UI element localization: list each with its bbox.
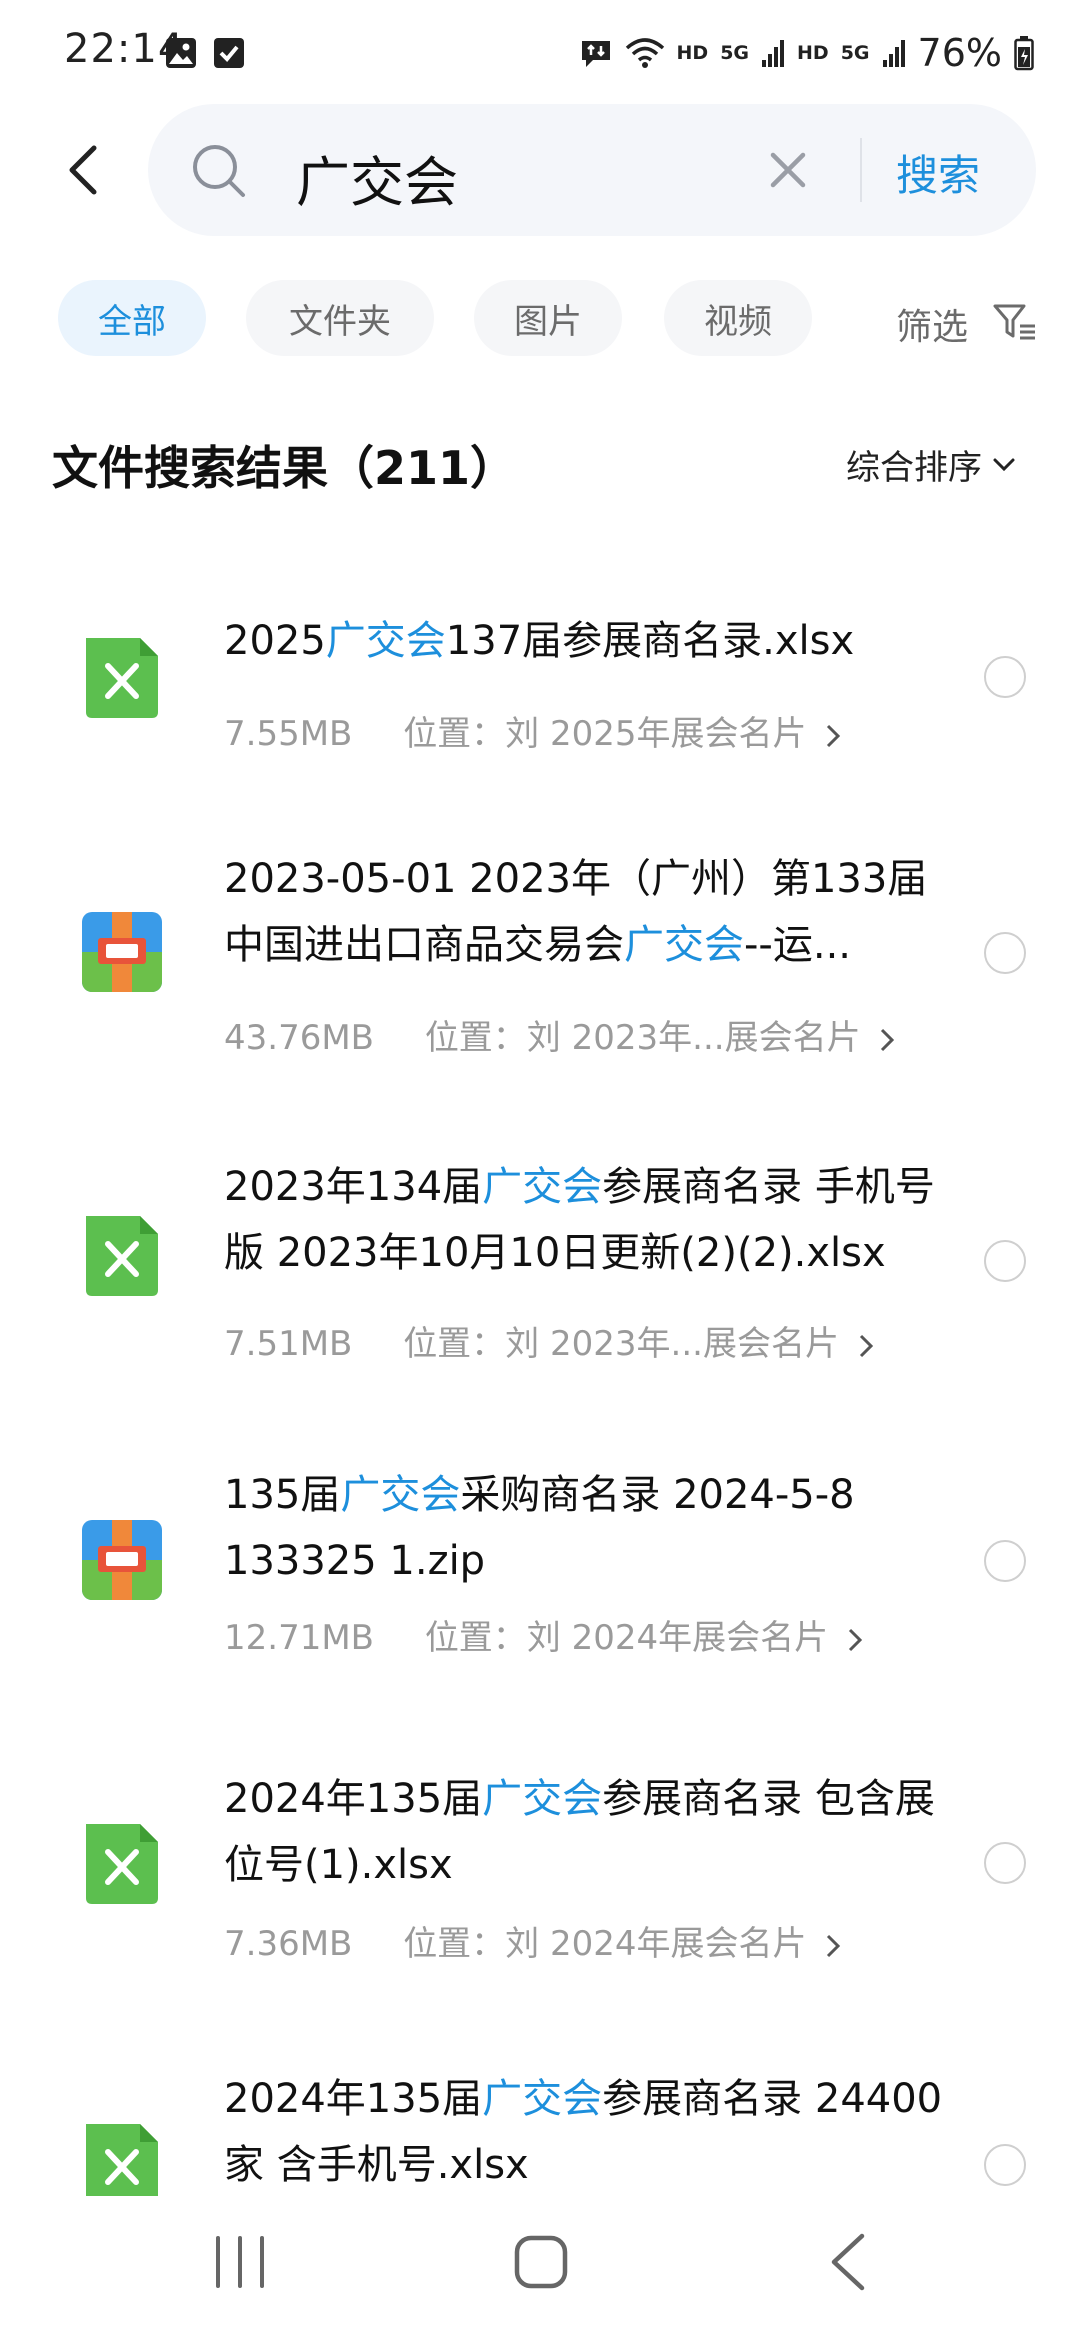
chevron-left-icon [69,145,97,195]
file-name: 2024年135届广交会参展商名录 包含展位号(1).xlsx [224,1776,935,1888]
home-button[interactable] [512,2232,570,2292]
search-box[interactable]: 广交会 搜索 [148,104,1036,236]
search-divider [860,138,862,202]
excel-file-icon [86,2124,158,2196]
chevron-right-icon [859,1334,873,1357]
tab-videos[interactable]: 视频 [664,280,812,356]
tab-folders[interactable]: 文件夹 [246,280,434,356]
select-checkbox[interactable] [984,1240,1026,1282]
back-button[interactable] [52,140,112,200]
back-nav-button[interactable] [826,2232,870,2292]
battery-level: 76% [917,31,1002,75]
gallery-icon [166,38,196,68]
excel-file-icon [86,638,158,718]
status-bar: 22:14 HD 5G HD 5G 76% [0,0,1080,110]
select-checkbox[interactable] [984,1540,1026,1582]
file-size: 7.36MB [224,1924,353,1964]
filter-button[interactable]: 筛选 [896,298,968,350]
battery-icon [1014,36,1034,71]
chevron-right-icon [827,1934,841,1957]
chevron-right-icon [881,1028,895,1051]
chevron-right-icon [827,724,841,747]
file-location[interactable]: 位置：刘 2024年展会名片 [403,1924,806,1964]
signal-icon [882,40,905,67]
checkbox-icon [214,38,244,68]
file-meta: 7.51MB 位置：刘 2023年...展会名片 [224,1316,874,1365]
file-name: 2023-05-01 2023年（广州）第133届中国进出口商品交易会广交会--… [224,856,928,968]
signal-label-2: 5G [840,42,870,64]
file-name: 2023年134届广交会参展商名录 手机号版 2023年10月10日更新(2)(… [224,1164,935,1276]
file-location[interactable]: 位置：刘 2024年展会名片 [425,1618,828,1658]
search-button[interactable]: 搜索 [896,142,980,203]
message-icon [581,41,610,67]
file-size: 7.55MB [224,714,353,754]
signal-icon [762,40,785,67]
recent-apps-button[interactable] [212,2232,268,2292]
select-checkbox[interactable] [984,1842,1026,1884]
file-name: 2025广交会137届参展商名录.xlsx [224,618,855,664]
select-checkbox[interactable] [984,656,1026,698]
navigation-bar [0,2196,1080,2340]
file-location[interactable]: 位置：刘 2025年展会名片 [403,714,806,754]
close-icon[interactable] [768,150,808,190]
filter-icon[interactable] [992,302,1038,342]
excel-file-icon [86,1824,158,1904]
file-name: 135届广交会采购商名录 2024-5-8 133325 1.zip [224,1472,855,1584]
signal-label-1: 5G [720,42,750,64]
sort-button[interactable]: 综合排序 [846,440,1016,489]
file-location[interactable]: 位置：刘 2023年...展会名片 [425,1018,861,1058]
chevron-right-icon [848,1628,863,1651]
file-name: 2024年135届广交会参展商名录 24400家 含手机号.xlsx [224,2076,943,2188]
file-meta: 7.36MB 位置：刘 2024年展会名片 [224,1916,841,1965]
select-checkbox[interactable] [984,932,1026,974]
tab-images[interactable]: 图片 [474,280,622,356]
list-item[interactable]: 2023年134届广交会参展商名录 手机号版 2023年10月10日更新(2)(… [0,1108,1080,1388]
search-input[interactable]: 广交会 [296,138,458,217]
tab-all[interactable]: 全部 [58,280,206,356]
search-icon [193,145,245,197]
file-size: 43.76MB [224,1018,374,1058]
file-meta: 12.71MB 位置：刘 2024年展会名片 [224,1610,863,1659]
excel-file-icon [86,1216,158,1296]
list-item[interactable]: 2024年135届广交会参展商名录 包含展位号(1).xlsx 7.36MB 位… [0,1720,1080,2000]
chevron-down-icon [993,458,1015,471]
sort-label: 综合排序 [846,448,982,488]
list-item[interactable]: 2025广交会137届参展商名录.xlsx 7.55MB 位置：刘 2025年展… [0,560,1080,780]
file-location[interactable]: 位置：刘 2023年...展会名片 [403,1324,839,1364]
results-title: 文件搜索结果（211） [52,441,517,495]
hd-badge-2: HD [797,42,829,64]
list-item[interactable]: 2023-05-01 2023年（广州）第133届中国进出口商品交易会广交会--… [0,800,1080,1080]
archive-file-icon [82,1520,162,1600]
file-meta: 43.76MB 位置：刘 2023年...展会名片 [224,1010,895,1059]
wifi-icon [625,38,664,68]
select-checkbox[interactable] [984,2144,1026,2186]
archive-file-icon [82,912,162,992]
list-item[interactable]: 2024年135届广交会参展商名录 24400家 含手机号.xlsx [0,2026,1080,2196]
file-size: 7.51MB [224,1324,353,1364]
file-meta: 7.55MB 位置：刘 2025年展会名片 [224,706,841,755]
file-size: 12.71MB [224,1618,374,1658]
list-item[interactable]: 135届广交会采购商名录 2024-5-8 133325 1.zip 12.71… [0,1416,1080,1696]
status-indicators: HD 5G HD 5G 76% [579,28,1035,78]
hd-badge-1: HD [676,42,709,64]
